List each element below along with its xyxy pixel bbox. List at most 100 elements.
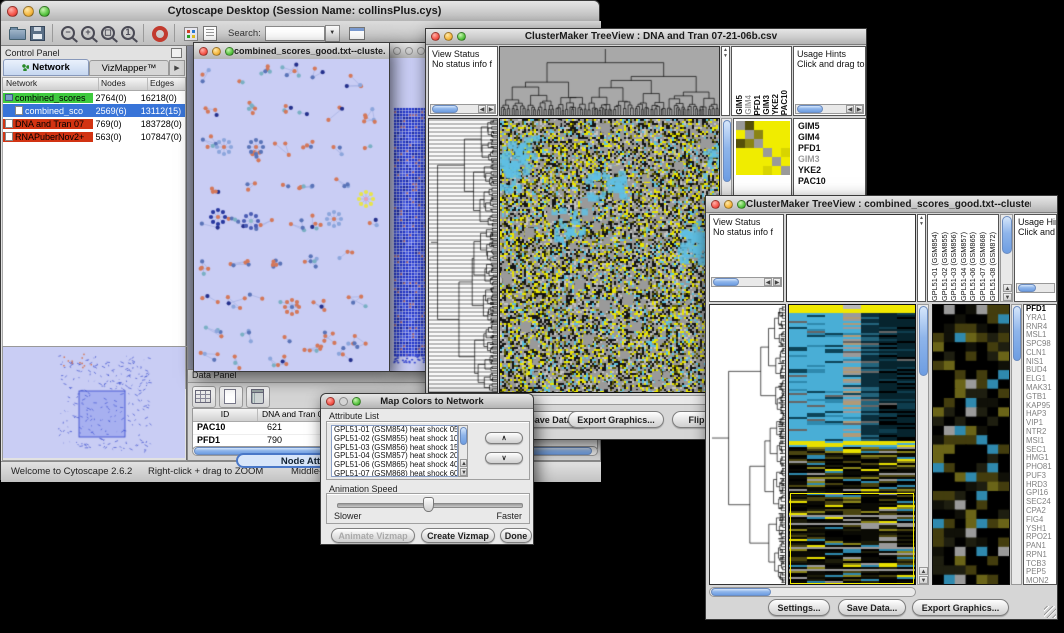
zoom-button[interactable]	[225, 47, 234, 56]
array-label[interactable]: GIM4	[744, 95, 753, 115]
speed-slider-thumb[interactable]	[423, 497, 434, 512]
minimize-button[interactable]	[405, 47, 413, 55]
attribute-item[interactable]: GPL51-07 (GSM868) heat shock 60 min	[332, 470, 457, 477]
tv2-row-dendrogram[interactable]	[709, 304, 786, 585]
zoom-fit-icon[interactable]: 1	[118, 24, 138, 42]
open-session-icon[interactable]	[7, 24, 27, 42]
tv2-zoom-heatmap[interactable]	[932, 304, 1010, 585]
export-graphics-button[interactable]: Export Graphics...	[568, 411, 664, 428]
array-label[interactable]: GPL51-07 (GSM868)	[978, 232, 988, 301]
help-lifesaver-icon[interactable]	[149, 24, 169, 42]
network-overview-panel[interactable]	[2, 346, 188, 461]
delete-attribute-icon[interactable]	[246, 386, 270, 408]
tv2-heatmap[interactable]	[788, 304, 916, 585]
move-up-button[interactable]: ∧	[485, 432, 523, 444]
gene-label[interactable]: MON2	[1026, 577, 1056, 585]
network-row[interactable]: combined_scores 2764(0) 16218(0)	[3, 91, 185, 104]
zoom-button[interactable]	[39, 6, 50, 17]
close-button[interactable]	[7, 6, 18, 17]
network-row[interactable]: DNA and Tran 07 769(0) 183728(0)	[3, 117, 185, 130]
save-data-button[interactable]: Save Data...	[838, 599, 906, 616]
network-row[interactable]: combined_sco 2569(6) 13112(15)	[3, 104, 185, 117]
tv1-heatmap[interactable]	[499, 118, 720, 393]
minimize-button[interactable]	[23, 6, 34, 17]
scroll-right-icon[interactable]: ▶	[487, 105, 495, 113]
tv2-labels-vscrollbar[interactable]: ▲ ▼	[1000, 214, 1013, 302]
animate-vizmap-button[interactable]: Animate Vizmap	[331, 528, 415, 543]
gene-label[interactable]: GIM3	[798, 154, 865, 165]
network-overview-canvas[interactable]	[3, 347, 185, 458]
gene-label[interactable]: GIM4	[798, 132, 865, 143]
array-label[interactable]: PFD1	[753, 95, 762, 115]
tv1-mini-scroll-strip[interactable]: ▲ ▼	[721, 46, 730, 116]
tv2-mini-scroll-strip[interactable]: ▲ ▼	[917, 214, 926, 302]
tab-overflow-arrow[interactable]: ▶	[169, 60, 185, 76]
tv2-hints-scrollbar[interactable]	[1016, 283, 1055, 293]
zoom-button[interactable]	[417, 47, 425, 55]
tv2-vscrollbar[interactable]: ▲ ▼	[917, 304, 929, 585]
close-button[interactable]	[393, 47, 401, 55]
annotation-icon[interactable]	[200, 24, 220, 42]
scroll-down-icon[interactable]: ▼	[722, 53, 729, 59]
network-canvas[interactable]	[194, 59, 389, 371]
vizmapper-icon[interactable]	[180, 24, 200, 42]
tv2-genes-vscrollbar[interactable]	[1011, 304, 1022, 585]
index-card-icon[interactable]	[346, 24, 366, 42]
array-label[interactable]: GPL51-03 (GSM856)	[949, 232, 959, 301]
done-button[interactable]: Done	[500, 528, 532, 543]
minimize-button[interactable]	[724, 200, 733, 209]
scroll-up-icon[interactable]: ▲	[919, 567, 928, 575]
export-graphics-button[interactable]: Export Graphics...	[912, 599, 1009, 616]
gene-label[interactable]: PFD1	[798, 143, 865, 154]
tv1-column-dendrogram[interactable]	[499, 46, 720, 116]
scroll-up-icon[interactable]: ▲	[460, 459, 467, 467]
move-down-button[interactable]: ∨	[485, 452, 523, 464]
search-input[interactable]	[265, 26, 325, 41]
minimize-button[interactable]	[444, 32, 453, 41]
gene-label[interactable]: PAC10	[798, 176, 865, 187]
close-button[interactable]	[711, 200, 720, 209]
array-label[interactable]: YKE2	[771, 94, 780, 115]
scroll-right-icon[interactable]: ▶	[855, 105, 863, 113]
tab-vizmapper[interactable]: VizMapper™	[89, 60, 169, 76]
zoom-selected-icon[interactable]: ◻	[98, 24, 118, 42]
col-header-nodes[interactable]: Nodes	[99, 78, 148, 90]
zoom-button[interactable]	[737, 200, 746, 209]
save-session-icon[interactable]	[27, 24, 47, 42]
scroll-down-icon[interactable]: ▼	[918, 221, 925, 227]
minimize-button[interactable]	[212, 47, 221, 56]
array-label[interactable]: GPL51-02 (GSM855)	[940, 232, 950, 301]
close-button[interactable]	[431, 32, 440, 41]
tv1-hints-scrollbar[interactable]: ◀ ▶	[795, 104, 864, 114]
data-col-id[interactable]: ID	[193, 409, 258, 421]
scroll-left-icon[interactable]: ◀	[478, 105, 486, 113]
tv2-status-scrollbar[interactable]: ◀ ▶	[711, 277, 782, 287]
gene-label[interactable]: GIM5	[798, 121, 865, 132]
array-label[interactable]: GPL51-04 (GSM857)	[959, 232, 969, 301]
scroll-left-icon[interactable]: ◀	[846, 105, 854, 113]
scroll-right-icon[interactable]: ▶	[773, 278, 781, 286]
array-label[interactable]: GIM3	[762, 95, 771, 115]
tv1-status-scrollbar[interactable]: ◀ ▶	[430, 104, 496, 114]
array-label[interactable]: GPL51-08 (GSM872)	[988, 232, 998, 301]
table-mode-icon[interactable]	[192, 386, 216, 408]
zoom-out-icon[interactable]: −	[58, 24, 78, 42]
tv1-row-dendrogram[interactable]	[428, 118, 498, 393]
array-label[interactable]: GPL51-06 (GSM865)	[968, 232, 978, 301]
array-label[interactable]: GPL51-01 (GSM854)	[930, 232, 940, 301]
tab-network[interactable]: Network	[3, 59, 89, 76]
zoom-button[interactable]	[352, 397, 361, 406]
scroll-down-icon[interactable]: ▼	[1003, 293, 1012, 301]
new-attribute-icon[interactable]	[219, 386, 243, 408]
scroll-down-icon[interactable]: ▼	[919, 576, 928, 584]
tv2-column-tree-area[interactable]	[786, 214, 916, 302]
scroll-left-icon[interactable]: ◀	[764, 278, 772, 286]
close-button[interactable]	[199, 47, 208, 56]
scroll-up-icon[interactable]: ▲	[1003, 284, 1012, 292]
col-header-edges[interactable]: Edges	[148, 78, 185, 90]
search-dropdown-button[interactable]: ▼	[325, 25, 340, 42]
network-row[interactable]: RNAPuberNov2+ 563(0) 107847(0)	[3, 130, 185, 143]
attribute-list-scrollbar[interactable]: ▲ ▼	[458, 425, 468, 477]
array-label[interactable]: GIM5	[735, 95, 744, 115]
tv1-minimap-canvas[interactable]	[736, 121, 790, 175]
